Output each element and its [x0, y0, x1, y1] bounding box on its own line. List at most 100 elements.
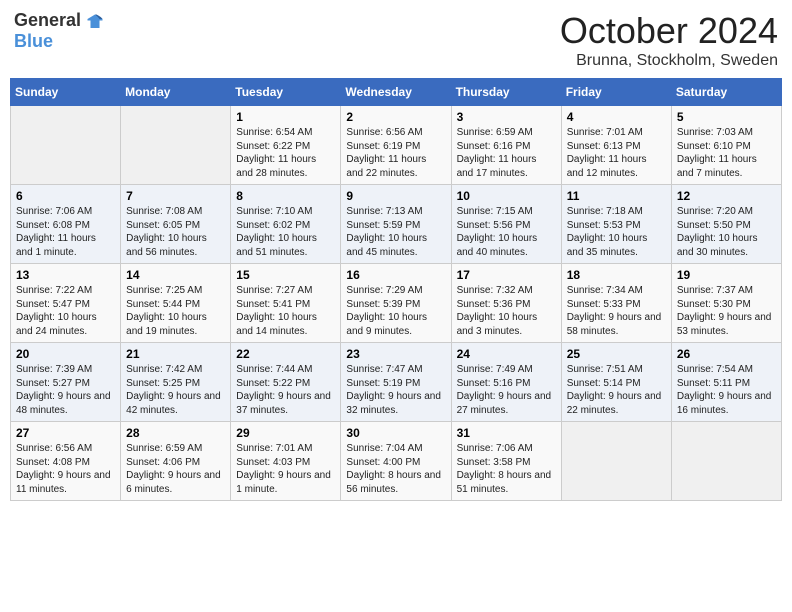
- calendar-cell: 13 Sunrise: 7:22 AMSunset: 5:47 PMDayligh…: [11, 264, 121, 343]
- day-info: Sunrise: 7:42 AMSunset: 5:25 PMDaylight:…: [126, 363, 225, 417]
- day-number: 8: [236, 189, 335, 203]
- location-subtitle: Brunna, Stockholm, Sweden: [560, 52, 778, 70]
- day-number: 1: [236, 110, 335, 124]
- weekday-header-saturday: Saturday: [671, 79, 781, 106]
- day-info: Sunrise: 7:03 AMSunset: 6:10 PMDaylight:…: [677, 126, 776, 180]
- calendar-cell: [11, 106, 121, 185]
- day-number: 25: [567, 347, 666, 361]
- logo-blue: Blue: [14, 31, 53, 51]
- calendar-cell: 31Sunrise: 7:06 AMSunset: 3:58 PMDayligh…: [451, 422, 561, 501]
- day-info: Sunrise: 7:51 AMSunset: 5:14 PMDaylight:…: [567, 363, 666, 417]
- day-info: Sunrise: 7:22 AMSunset: 5:47 PMDaylight:…: [16, 284, 115, 338]
- day-number: 26: [677, 347, 776, 361]
- day-info: Sunrise: 7:08 AMSunset: 6:05 PMDaylight:…: [126, 205, 225, 259]
- calendar-table: SundayMondayTuesdayWednesdayThursdayFrid…: [10, 78, 782, 501]
- calendar-cell: 9 Sunrise: 7:13 AMSunset: 5:59 PMDaylight…: [341, 185, 451, 264]
- day-info: Sunrise: 6:59 AMSunset: 6:16 PMDaylight:…: [457, 126, 556, 180]
- day-number: 17: [457, 268, 556, 282]
- calendar-cell: 22Sunrise: 7:44 AMSunset: 5:22 PMDayligh…: [231, 343, 341, 422]
- logo: General Blue: [14, 10, 104, 52]
- calendar-week-row: 27Sunrise: 6:56 AMSunset: 4:08 PMDayligh…: [11, 422, 782, 501]
- day-info: Sunrise: 7:18 AMSunset: 5:53 PMDaylight:…: [567, 205, 666, 259]
- calendar-cell: 8 Sunrise: 7:10 AMSunset: 6:02 PMDaylight…: [231, 185, 341, 264]
- day-number: 16: [346, 268, 445, 282]
- day-number: 4: [567, 110, 666, 124]
- calendar-cell: 26 Sunrise: 7:54 AMSunset: 5:11 PMDayligh…: [671, 343, 781, 422]
- day-info: Sunrise: 7:01 AMSunset: 6:13 PMDaylight:…: [567, 126, 666, 180]
- calendar-cell: 4 Sunrise: 7:01 AMSunset: 6:13 PMDaylight…: [561, 106, 671, 185]
- day-number: 6: [16, 189, 115, 203]
- page-header: General Blue October 2024 Brunna, Stockh…: [10, 10, 782, 70]
- calendar-cell: 28 Sunrise: 6:59 AMSunset: 4:06 PMDayligh…: [121, 422, 231, 501]
- day-info: Sunrise: 6:59 AMSunset: 4:06 PMDaylight:…: [126, 442, 225, 496]
- day-number: 2: [346, 110, 445, 124]
- day-number: 28: [126, 426, 225, 440]
- day-number: 31: [457, 426, 556, 440]
- day-number: 3: [457, 110, 556, 124]
- day-info: Sunrise: 7:37 AMSunset: 5:30 PMDaylight:…: [677, 284, 776, 338]
- calendar-cell: 11 Sunrise: 7:18 AMSunset: 5:53 PMDayligh…: [561, 185, 671, 264]
- day-info: Sunrise: 7:49 AMSunset: 5:16 PMDaylight:…: [457, 363, 556, 417]
- logo-general: General: [14, 10, 81, 30]
- day-info: Sunrise: 7:13 AMSunset: 5:59 PMDaylight:…: [346, 205, 445, 259]
- day-number: 9: [346, 189, 445, 203]
- calendar-cell: [561, 422, 671, 501]
- weekday-header-thursday: Thursday: [451, 79, 561, 106]
- day-info: Sunrise: 6:54 AMSunset: 6:22 PMDaylight:…: [236, 126, 335, 180]
- calendar-cell: 21 Sunrise: 7:42 AMSunset: 5:25 PMDayligh…: [121, 343, 231, 422]
- day-number: 7: [126, 189, 225, 203]
- weekday-header-friday: Friday: [561, 79, 671, 106]
- day-info: Sunrise: 7:27 AMSunset: 5:41 PMDaylight:…: [236, 284, 335, 338]
- calendar-cell: [121, 106, 231, 185]
- day-info: Sunrise: 7:39 AMSunset: 5:27 PMDaylight:…: [16, 363, 115, 417]
- day-info: Sunrise: 7:47 AMSunset: 5:19 PMDaylight:…: [346, 363, 445, 417]
- calendar-cell: 17Sunrise: 7:32 AMSunset: 5:36 PMDayligh…: [451, 264, 561, 343]
- day-number: 21: [126, 347, 225, 361]
- calendar-cell: 24Sunrise: 7:49 AMSunset: 5:16 PMDayligh…: [451, 343, 561, 422]
- weekday-header-tuesday: Tuesday: [231, 79, 341, 106]
- month-title: October 2024: [560, 10, 778, 52]
- day-info: Sunrise: 7:29 AMSunset: 5:39 PMDaylight:…: [346, 284, 445, 338]
- weekday-header-monday: Monday: [121, 79, 231, 106]
- calendar-cell: 12Sunrise: 7:20 AMSunset: 5:50 PMDayligh…: [671, 185, 781, 264]
- day-number: 15: [236, 268, 335, 282]
- calendar-cell: 16 Sunrise: 7:29 AMSunset: 5:39 PMDayligh…: [341, 264, 451, 343]
- day-number: 23: [346, 347, 445, 361]
- day-info: Sunrise: 6:56 AMSunset: 4:08 PMDaylight:…: [16, 442, 115, 496]
- calendar-cell: 10 Sunrise: 7:15 AMSunset: 5:56 PMDayligh…: [451, 185, 561, 264]
- calendar-cell: 15 Sunrise: 7:27 AMSunset: 5:41 PMDayligh…: [231, 264, 341, 343]
- day-number: 22: [236, 347, 335, 361]
- day-number: 10: [457, 189, 556, 203]
- calendar-cell: 25 Sunrise: 7:51 AMSunset: 5:14 PMDayligh…: [561, 343, 671, 422]
- title-block: October 2024 Brunna, Stockholm, Sweden: [560, 10, 778, 70]
- day-number: 19: [677, 268, 776, 282]
- weekday-header-sunday: Sunday: [11, 79, 121, 106]
- day-number: 29: [236, 426, 335, 440]
- day-info: Sunrise: 7:15 AMSunset: 5:56 PMDaylight:…: [457, 205, 556, 259]
- calendar-cell: 19 Sunrise: 7:37 AMSunset: 5:30 PMDayligh…: [671, 264, 781, 343]
- day-info: Sunrise: 7:01 AMSunset: 4:03 PMDaylight:…: [236, 442, 335, 496]
- day-info: Sunrise: 7:10 AMSunset: 6:02 PMDaylight:…: [236, 205, 335, 259]
- day-number: 12: [677, 189, 776, 203]
- calendar-week-row: 1 Sunrise: 6:54 AMSunset: 6:22 PMDaylight…: [11, 106, 782, 185]
- calendar-cell: 27Sunrise: 6:56 AMSunset: 4:08 PMDayligh…: [11, 422, 121, 501]
- day-info: Sunrise: 7:54 AMSunset: 5:11 PMDaylight:…: [677, 363, 776, 417]
- calendar-cell: 6 Sunrise: 7:06 AMSunset: 6:08 PMDaylight…: [11, 185, 121, 264]
- day-info: Sunrise: 7:06 AMSunset: 6:08 PMDaylight:…: [16, 205, 115, 259]
- day-number: 14: [126, 268, 225, 282]
- calendar-cell: 23 Sunrise: 7:47 AMSunset: 5:19 PMDayligh…: [341, 343, 451, 422]
- calendar-cell: 7 Sunrise: 7:08 AMSunset: 6:05 PMDaylight…: [121, 185, 231, 264]
- calendar-cell: 5 Sunrise: 7:03 AMSunset: 6:10 PMDaylight…: [671, 106, 781, 185]
- day-info: Sunrise: 7:34 AMSunset: 5:33 PMDaylight:…: [567, 284, 666, 338]
- day-number: 11: [567, 189, 666, 203]
- day-number: 5: [677, 110, 776, 124]
- day-number: 13: [16, 268, 115, 282]
- calendar-week-row: 6 Sunrise: 7:06 AMSunset: 6:08 PMDaylight…: [11, 185, 782, 264]
- logo-icon: [86, 13, 104, 31]
- calendar-cell: 18Sunrise: 7:34 AMSunset: 5:33 PMDayligh…: [561, 264, 671, 343]
- calendar-cell: 2Sunrise: 6:56 AMSunset: 6:19 PMDaylight…: [341, 106, 451, 185]
- day-number: 20: [16, 347, 115, 361]
- day-info: Sunrise: 7:25 AMSunset: 5:44 PMDaylight:…: [126, 284, 225, 338]
- calendar-cell: 3 Sunrise: 6:59 AMSunset: 6:16 PMDaylight…: [451, 106, 561, 185]
- calendar-cell: 20 Sunrise: 7:39 AMSunset: 5:27 PMDayligh…: [11, 343, 121, 422]
